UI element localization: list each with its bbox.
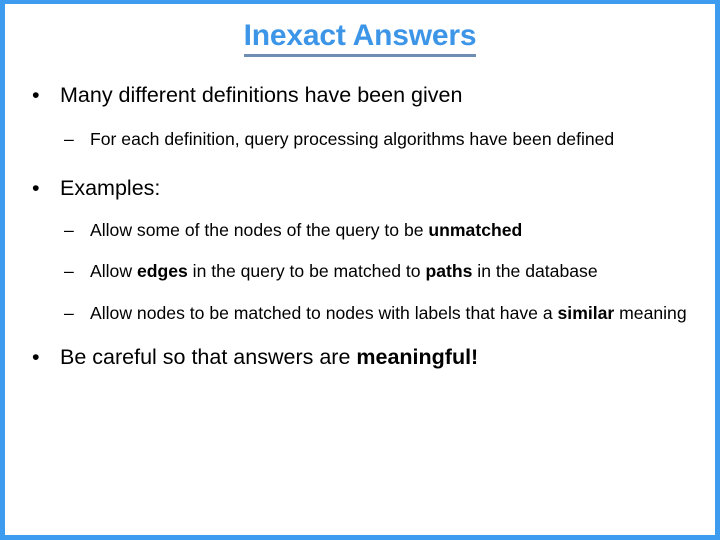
bullet-many-definitions: • Many different definitions have been g…: [5, 82, 715, 109]
bullet-be-careful: • Be careful so that answers are meaning…: [5, 344, 715, 371]
emphasis-text: unmatched: [428, 219, 523, 240]
plain-text: meaning: [614, 302, 687, 323]
plain-text: Allow nodes to be matched to nodes with …: [90, 302, 558, 323]
dash-bullet-icon: –: [64, 129, 74, 150]
slide-content-area: Inexact Answers • Many different definit…: [5, 4, 715, 535]
title-block: Inexact Answers: [5, 20, 715, 57]
bullet-dot-icon: •: [32, 175, 40, 200]
slide-body: • Many different definitions have been g…: [5, 82, 715, 535]
plain-text: Be careful so that answers are: [60, 345, 357, 370]
dash-bullet-icon: –: [64, 261, 74, 282]
subbullet-text: Allow some of the nodes of the query to …: [90, 220, 522, 240]
bullet-text: Examples:: [60, 175, 161, 200]
bullet-dot-icon: •: [32, 83, 40, 107]
plain-text: Allow: [90, 261, 137, 282]
bullet-dot-icon: •: [32, 345, 40, 370]
subbullet-similar-labels: – Allow nodes to be matched to nodes wit…: [5, 301, 715, 327]
page-title: Inexact Answers: [243, 20, 477, 57]
plain-text: Allow some of the nodes of the query to …: [90, 219, 429, 240]
subbullet-text: For each definition, query processing al…: [90, 129, 615, 150]
emphasis-text: meaningful!: [356, 345, 479, 370]
subbullet-text: Allow nodes to be matched to nodes with …: [90, 303, 687, 323]
plain-text: in the query to be matched to: [187, 261, 426, 282]
plain-text: in the database: [472, 261, 598, 282]
dash-bullet-icon: –: [64, 302, 74, 323]
emphasis-text: edges: [136, 261, 188, 282]
subbullet-text: Allow edges in the query to be matched t…: [90, 261, 598, 281]
subbullet-query-processing-algorithms: – For each definition, query processing …: [5, 127, 715, 153]
bullet-text: Be careful so that answers are meaningfu…: [60, 345, 478, 369]
subbullet-unmatched-nodes: – Allow some of the nodes of the query t…: [5, 218, 715, 244]
bullet-examples: • Examples:: [5, 175, 715, 202]
emphasis-text: similar: [557, 302, 615, 323]
slide: Inexact Answers • Many different definit…: [0, 0, 720, 540]
subbullet-edges-to-paths: – Allow edges in the query to be matched…: [5, 259, 715, 285]
bullet-text: Many different definitions have been giv…: [60, 83, 463, 107]
dash-bullet-icon: –: [64, 219, 74, 240]
emphasis-text: paths: [425, 261, 473, 282]
